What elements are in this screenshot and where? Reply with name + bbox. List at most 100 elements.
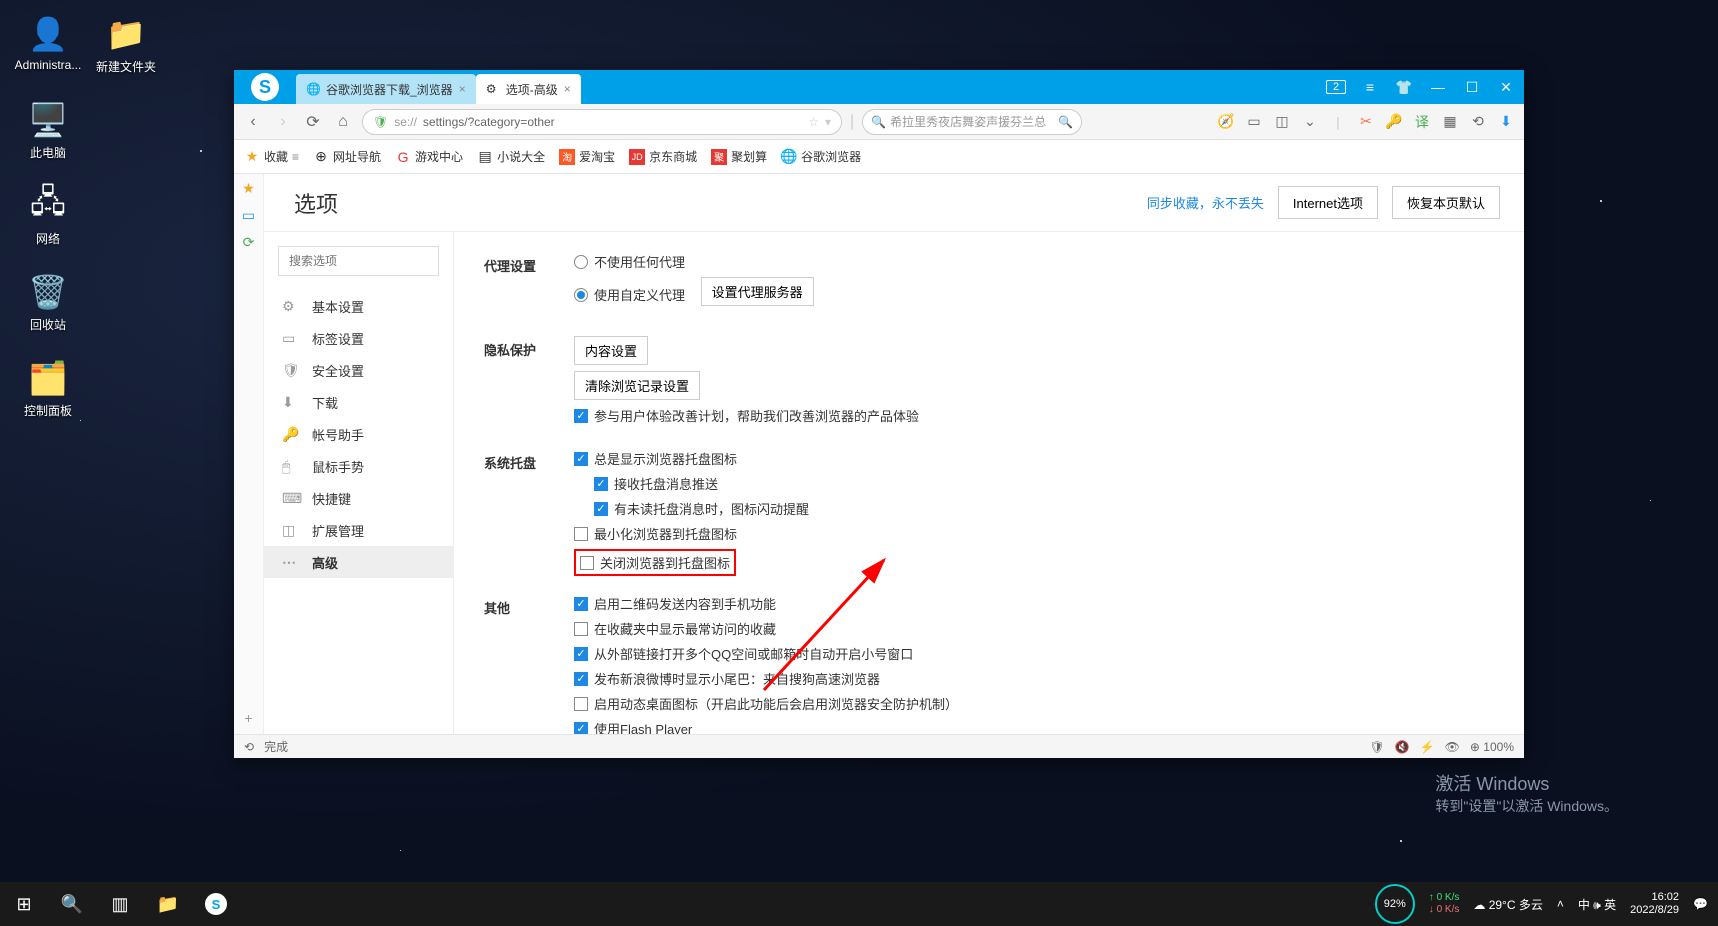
checkbox-qq-multi[interactable]: 从外部链接打开多个QQ空间或邮箱时自动开启小号窗口 <box>574 644 1494 663</box>
checkbox-fav-most[interactable]: 在收藏夹中显示最常访问的收藏 <box>574 619 1494 638</box>
restore-defaults-button[interactable]: 恢复本页默认 <box>1392 186 1500 219</box>
star-icon[interactable]: ☆ <box>808 115 819 129</box>
tray-chevron[interactable]: ˄ <box>1557 897 1564 911</box>
phone-icon[interactable]: ▭ <box>242 207 255 224</box>
radio-no-proxy[interactable]: 不使用任何代理 <box>574 252 1494 271</box>
close-tab-icon[interactable]: × <box>459 82 466 96</box>
shield-icon[interactable]: 🛡 <box>1370 740 1385 754</box>
menu-icon[interactable]: ≡ <box>1360 79 1380 95</box>
taskbar-search[interactable]: 🔍 <box>48 882 96 926</box>
checkbox-icon <box>574 697 588 711</box>
checkbox-weibo-tail[interactable]: 发布新浪微博时显示小尾巴：来自搜狗高速浏览器 <box>574 669 1494 688</box>
ime-indicator[interactable]: 中 🕪 英 <box>1578 896 1616 913</box>
clear-history-button[interactable]: 清除浏览记录设置 <box>574 371 700 400</box>
refresh-icon[interactable]: ⟲ <box>1468 112 1488 132</box>
checkbox-tray-push[interactable]: 接收托盘消息推送 <box>594 474 1494 493</box>
flash-icon[interactable]: ⚡ <box>1420 740 1435 754</box>
translate-icon[interactable]: 译 <box>1412 112 1432 132</box>
bookmark-taobao[interactable]: 淘爱淘宝 <box>559 148 615 165</box>
settings-search-input[interactable] <box>278 246 439 276</box>
dropdown-icon[interactable]: ▾ <box>825 115 831 129</box>
proxy-settings-button[interactable]: 设置代理服务器 <box>701 277 814 306</box>
start-button[interactable]: ⊞ <box>0 882 48 926</box>
checkbox-minimize-tray[interactable]: 最小化浏览器到托盘图标 <box>574 524 1494 543</box>
bookmark-novels[interactable]: ▤小说大全 <box>477 148 545 165</box>
nav-tabs[interactable]: ▭标签设置 <box>264 322 453 354</box>
nav-extensions[interactable]: ◫扩展管理 <box>264 514 453 546</box>
nav-download[interactable]: ⬇下载 <box>264 386 453 418</box>
sync-favorites-link[interactable]: 同步收藏，永不丢失 <box>1147 193 1264 212</box>
search-icon[interactable]: 🔍 <box>1058 115 1073 129</box>
chevron-down-icon[interactable]: ⌄ <box>1300 112 1320 132</box>
bookmark-favorites[interactable]: ★收藏 ≡ <box>244 148 299 165</box>
back-button[interactable]: ‹ <box>242 111 264 133</box>
browser-logo[interactable]: S <box>234 70 296 104</box>
taskbar-sogou[interactable]: S <box>192 882 240 926</box>
nav-gesture[interactable]: 🖱鼠标手势 <box>264 450 453 482</box>
reload-icon[interactable]: ⟲ <box>244 740 254 754</box>
window-icon[interactable]: ▭ <box>1244 112 1264 132</box>
notifications-icon[interactable]: 💬 <box>1693 897 1708 911</box>
bookmark-nav[interactable]: ⊕网址导航 <box>313 148 381 165</box>
skin-icon[interactable]: 👕 <box>1394 79 1414 96</box>
checkbox-qrcode[interactable]: 启用二维码发送内容到手机功能 <box>574 594 1494 613</box>
taskbar: ⊞ 🔍 ▥ 📁 S 92% ↑ 0 K/s↓ 0 K/s ☁ 29°C 多云 ˄… <box>0 882 1718 926</box>
history-icon[interactable]: ⟳ <box>243 234 255 251</box>
radio-custom-proxy[interactable]: 使用自定义代理 设置代理服务器 <box>574 277 1494 312</box>
key-icon[interactable]: 🔑 <box>1384 112 1404 132</box>
chrome-icon: 🌐 <box>306 82 320 96</box>
checkbox-icon <box>574 672 588 686</box>
close-tab-icon[interactable]: × <box>564 82 571 96</box>
close-window-button[interactable]: ✕ <box>1496 79 1516 96</box>
nav-advanced[interactable]: ⋯高级 <box>264 546 453 578</box>
system-clock[interactable]: 16:022022/8/29 <box>1630 891 1679 917</box>
home-button[interactable]: ⌂ <box>332 111 354 133</box>
search-input[interactable]: 🔍 希拉里秀夜店舞姿声援芬兰总 🔍 <box>862 109 1082 135</box>
desktop-icon-recycle[interactable]: 🗑️回收站 <box>12 272 84 333</box>
bookmark-jd[interactable]: JD京东商城 <box>629 148 697 165</box>
tab-chrome-download[interactable]: 🌐 谷歌浏览器下载_浏览器 × <box>296 74 476 104</box>
compass-icon[interactable]: 🧭 <box>1216 112 1236 132</box>
mute-icon[interactable]: 🔇 <box>1395 740 1410 754</box>
bookmark-juhuasuan[interactable]: 聚聚划算 <box>711 148 767 165</box>
download-icon[interactable]: ⬇ <box>1496 112 1516 132</box>
checkbox-flash[interactable]: 使用Flash Player <box>574 719 1494 734</box>
checkbox-ux-plan[interactable]: 参与用户体验改善计划，帮助我们改善浏览器的产品体验 <box>574 406 1494 425</box>
bookmark-games[interactable]: G游戏中心 <box>395 148 463 165</box>
desktop-icon-newfolder[interactable]: 📁新建文件夹 <box>90 14 162 75</box>
checkbox-tray-blink[interactable]: 有未读托盘消息时，图标闪动提醒 <box>594 499 1494 518</box>
nav-account[interactable]: 🔑帐号助手 <box>264 418 453 450</box>
eye-icon[interactable]: 👁 <box>1445 740 1460 754</box>
desktop-icon-control[interactable]: 🗂️控制面板 <box>12 358 84 419</box>
tab-settings-advanced[interactable]: ⚙ 选项-高级 × <box>476 74 581 104</box>
nav-security[interactable]: 🛡安全设置 <box>264 354 453 386</box>
url-input[interactable]: 🛡 se://settings/?category=other ☆ ▾ <box>362 109 842 135</box>
nav-basic[interactable]: ⚙基本设置 <box>264 290 453 322</box>
taskbar-explorer[interactable]: 📁 <box>144 882 192 926</box>
control-panel-icon: 🗂️ <box>28 358 68 398</box>
grid-icon[interactable]: ▦ <box>1440 112 1460 132</box>
checkbox-dynicon[interactable]: 启用动态桌面图标（开启此功能后会启用浏览器安全防护机制） <box>574 694 1494 713</box>
scissors-icon[interactable]: ✂ <box>1356 112 1376 132</box>
minimize-button[interactable]: — <box>1428 79 1448 95</box>
forward-button[interactable]: › <box>272 111 294 133</box>
bookmark-chrome[interactable]: 🌐谷歌浏览器 <box>781 148 861 165</box>
tab-count-badge[interactable]: 2 <box>1326 80 1346 94</box>
task-view[interactable]: ▥ <box>96 882 144 926</box>
desktop-icon-administrator[interactable]: 👤Administra... <box>12 14 84 72</box>
internet-options-button[interactable]: Internet选项 <box>1278 186 1378 219</box>
checkbox-always-tray[interactable]: 总是显示浏览器托盘图标 <box>574 449 1494 468</box>
weather-widget[interactable]: ☁ 29°C 多云 <box>1473 896 1543 913</box>
content-settings-button[interactable]: 内容设置 <box>574 336 648 365</box>
plus-icon[interactable]: + <box>244 710 252 726</box>
desktop-icon-thispc[interactable]: 🖥️此电脑 <box>12 100 84 161</box>
performance-meter[interactable]: 92% <box>1375 884 1415 924</box>
star-icon[interactable]: ★ <box>242 180 255 197</box>
maximize-button[interactable]: ☐ <box>1462 79 1482 96</box>
desktop-icon-network[interactable]: 🖧网络 <box>12 186 84 247</box>
nav-shortcut[interactable]: ⌨快捷键 <box>264 482 453 514</box>
checkbox-close-tray[interactable]: 关闭浏览器到托盘图标 <box>580 553 730 572</box>
reload-button[interactable]: ⟳ <box>302 111 324 133</box>
zoom-status[interactable]: ⊕ 100% <box>1470 740 1514 754</box>
tab-icon[interactable]: ◫ <box>1272 112 1292 132</box>
